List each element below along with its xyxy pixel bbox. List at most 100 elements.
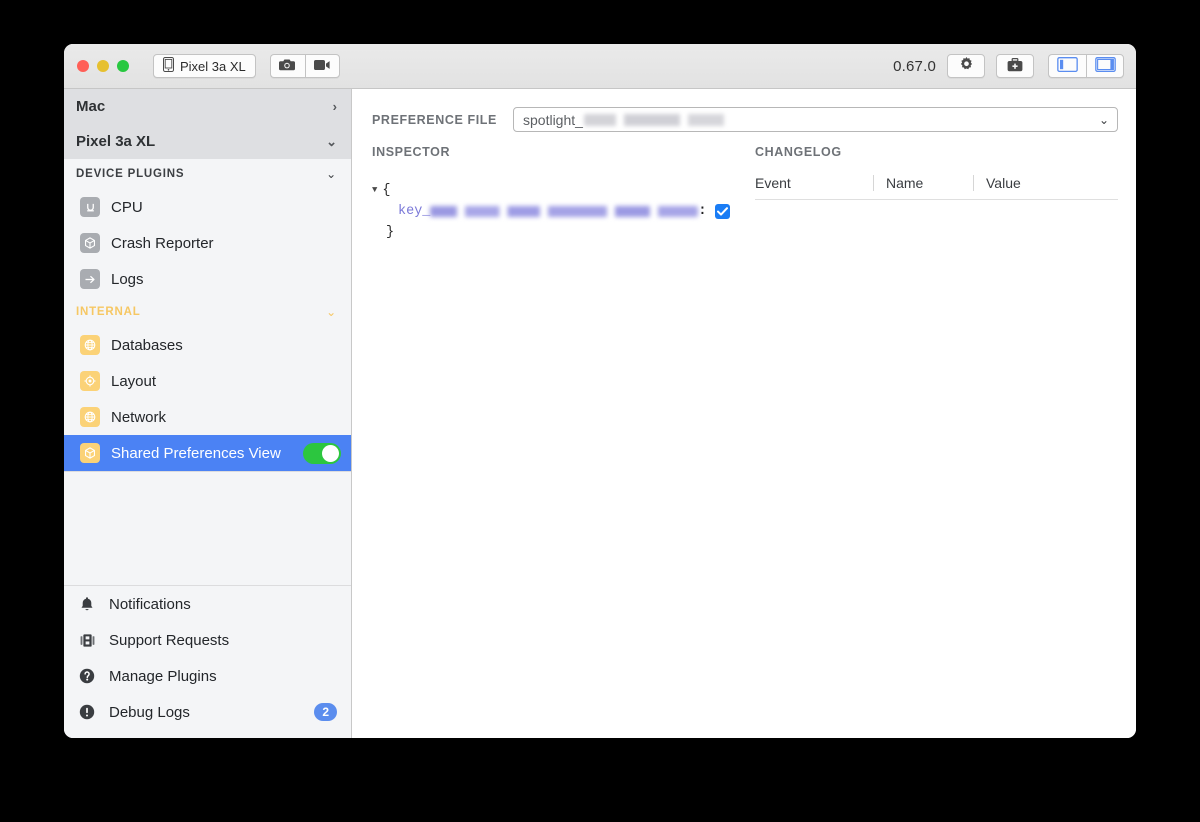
sidebar-item-shared-preferences-view-label: Shared Preferences View — [111, 444, 281, 462]
chevron-down-icon: ⌄ — [326, 133, 337, 149]
sidebar-item-databases[interactable]: Databases — [64, 327, 351, 363]
sidebar: Mac › Pixel 3a XL ⌄ DEVICE PLUGINS ⌄ CPU — [64, 89, 352, 738]
target-icon — [80, 371, 100, 391]
camera-icon — [279, 58, 296, 75]
changelog-column-name[interactable]: Name — [873, 175, 973, 191]
toggle-knob — [322, 444, 339, 462]
sidebar-device-mac-label: Mac — [76, 98, 106, 115]
toggle-right-panel-button[interactable] — [1086, 54, 1124, 78]
changelog-pane: CHANGELOG Event Name Value — [755, 145, 1118, 738]
section-header-device-plugins[interactable]: DEVICE PLUGINS ⌄ — [64, 159, 351, 189]
plugin-enabled-toggle[interactable] — [303, 442, 341, 464]
sidebar-item-crash-reporter-label: Crash Reporter — [111, 234, 214, 252]
changelog-table-header: Event Name Value — [755, 175, 1118, 200]
capture-button-group — [269, 54, 340, 78]
version-label: 0.67.0 — [893, 57, 936, 75]
preference-file-row: PREFERENCE FILE spotlight_ ⌄ — [372, 107, 1118, 132]
sidebar-item-notifications-label: Notifications — [109, 595, 191, 613]
preferences-json-tree[interactable]: ▼ { key_ :} — [372, 180, 735, 243]
sidebar-item-shared-preferences-view[interactable]: Shared Preferences View — [64, 435, 351, 471]
sidebar-bottom-nav: Notifications Support Requests Manage Pl… — [64, 585, 351, 738]
preference-file-select[interactable]: spotlight_ ⌄ — [513, 107, 1118, 132]
section-header-internal[interactable]: INTERNAL ⌄ — [64, 297, 351, 327]
screen-record-button[interactable] — [304, 54, 340, 78]
json-close-brace: } — [386, 225, 395, 240]
sidebar-item-support-requests-label: Support Requests — [109, 631, 230, 649]
question-circle-icon — [78, 667, 96, 685]
redacted-key-text — [430, 206, 699, 217]
arrow-right-icon — [80, 269, 100, 289]
sidebar-item-notifications[interactable]: Notifications — [64, 586, 351, 622]
maximize-window-button[interactable] — [117, 60, 129, 72]
cube-icon — [80, 233, 100, 253]
right-sidebar-layout-icon — [1094, 56, 1116, 75]
left-sidebar-layout-icon — [1057, 56, 1078, 75]
screenshot-button[interactable] — [269, 54, 305, 78]
json-colon: : — [698, 204, 707, 219]
sidebar-item-manage-plugins[interactable]: Manage Plugins — [64, 658, 351, 694]
exclamation-circle-icon — [78, 703, 96, 721]
json-open-brace: { — [382, 183, 391, 198]
json-entry-row[interactable]: key_ : — [372, 201, 735, 222]
sidebar-item-network[interactable]: Network — [64, 399, 351, 435]
json-root-open[interactable]: ▼ { — [372, 180, 735, 201]
close-window-button[interactable] — [77, 60, 89, 72]
gear-icon — [959, 57, 974, 75]
changelog-table: Event Name Value — [755, 175, 1118, 200]
chevron-down-icon: ⌄ — [1098, 112, 1109, 127]
device-selector-button[interactable]: Pixel 3a XL — [153, 54, 256, 78]
device-selector-label: Pixel 3a XL — [180, 58, 246, 74]
minimize-window-button[interactable] — [97, 60, 109, 72]
support-icon — [78, 631, 96, 649]
changelog-column-event[interactable]: Event — [755, 175, 873, 191]
debug-logs-badge: 2 — [314, 703, 337, 721]
sidebar-item-support-requests[interactable]: Support Requests — [64, 622, 351, 658]
toggle-left-panel-button[interactable] — [1048, 54, 1086, 78]
sidebar-item-crash-reporter[interactable]: Crash Reporter — [64, 225, 351, 261]
inspector-pane: INSPECTOR ▼ { key_ :} — [372, 145, 755, 738]
main-content: PREFERENCE FILE spotlight_ ⌄ INSPECTOR ▼… — [352, 89, 1136, 738]
medkit-icon — [1007, 57, 1023, 75]
sidebar-item-debug-logs[interactable]: Debug Logs 2 — [64, 694, 351, 730]
sidebar-item-network-label: Network — [111, 408, 167, 426]
cube-icon — [80, 443, 100, 463]
flipper-window: Pixel 3a XL 0.67.0 Mac › Pixel 3a XL ⌄ D… — [64, 44, 1136, 738]
sidebar-empty-space — [64, 471, 351, 585]
chevron-down-icon: ⌄ — [326, 305, 337, 319]
json-root-close: } — [372, 222, 735, 243]
changelog-column-value[interactable]: Value — [973, 175, 1118, 191]
video-camera-icon — [313, 59, 331, 74]
triangle-down-icon[interactable]: ▼ — [372, 180, 377, 201]
bell-icon — [78, 595, 96, 613]
preference-file-label: PREFERENCE FILE — [372, 112, 497, 127]
settings-button[interactable] — [947, 54, 985, 78]
chevron-right-icon: › — [332, 99, 337, 114]
sidebar-item-cpu[interactable]: CPU — [64, 189, 351, 225]
json-value-checkbox[interactable] — [714, 204, 730, 219]
json-key-label: key_ — [398, 204, 431, 219]
window-body: Mac › Pixel 3a XL ⌄ DEVICE PLUGINS ⌄ CPU — [64, 89, 1136, 738]
sidebar-item-layout-label: Layout — [111, 372, 157, 390]
sidebar-device-pixel[interactable]: Pixel 3a XL ⌄ — [64, 124, 351, 159]
section-header-internal-label: INTERNAL — [76, 306, 141, 318]
sidebar-item-databases-label: Databases — [111, 336, 183, 354]
sidebar-item-cpu-label: CPU — [111, 198, 143, 216]
sidebar-item-logs[interactable]: Logs — [64, 261, 351, 297]
content-panes: INSPECTOR ▼ { key_ :} CHANGELOG Event N… — [372, 145, 1118, 738]
traffic-lights — [77, 60, 129, 72]
redacted-filename-text — [583, 113, 784, 126]
doctor-button[interactable] — [996, 54, 1034, 78]
cpu-icon — [80, 197, 100, 217]
globe-icon — [80, 335, 100, 355]
sidebar-item-debug-logs-label: Debug Logs — [109, 703, 190, 721]
sidebar-item-layout[interactable]: Layout — [64, 363, 351, 399]
globe-icon — [80, 407, 100, 427]
sidebar-item-logs-label: Logs — [111, 270, 144, 288]
sidebar-device-mac[interactable]: Mac › — [64, 89, 351, 124]
chevron-down-icon: ⌄ — [326, 167, 337, 181]
panel-toggle-group — [1048, 54, 1124, 78]
sidebar-device-pixel-label: Pixel 3a XL — [76, 133, 156, 150]
changelog-label: CHANGELOG — [755, 145, 842, 159]
inspector-label: INSPECTOR — [372, 145, 451, 159]
title-bar: Pixel 3a XL 0.67.0 — [64, 44, 1136, 89]
